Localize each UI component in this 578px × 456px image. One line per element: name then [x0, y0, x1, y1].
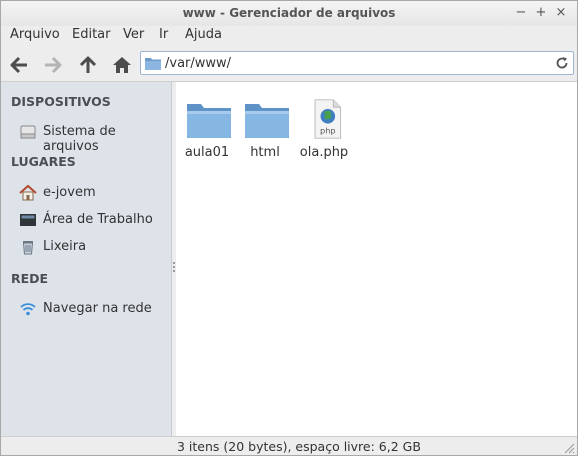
- home-icon: [19, 184, 37, 201]
- file-item-html[interactable]: html: [234, 92, 296, 162]
- status-text: 3 itens (20 bytes), espaço livre: 6,2 GB: [177, 439, 421, 454]
- location-path[interactable]: /var/www/: [165, 56, 231, 71]
- window-title: www - Gerenciador de arquivos: [182, 6, 396, 20]
- up-button[interactable]: [77, 54, 99, 76]
- arrow-right-icon: [45, 56, 62, 74]
- arrow-left-icon: [10, 56, 27, 74]
- menu-editar[interactable]: Editar: [72, 27, 111, 42]
- sidebar-item-trash[interactable]: Lixeira: [19, 238, 169, 256]
- folder-icon: [245, 104, 289, 138]
- arrow-up-icon: [79, 56, 97, 73]
- sidebar-item-label: Sistema de arquivos: [43, 124, 116, 154]
- sidebar-item-desktop[interactable]: Área de Trabalho: [19, 211, 169, 229]
- menu-ajuda[interactable]: Ajuda: [185, 27, 222, 42]
- php-badge: php: [320, 126, 336, 136]
- home-button[interactable]: [111, 54, 133, 76]
- sidebar-item-label: Área de Trabalho: [43, 212, 153, 227]
- desktop-icon: [20, 214, 36, 226]
- maximize-button[interactable]: +: [533, 5, 549, 21]
- sidebar-item-label: e-jovem: [43, 185, 96, 200]
- minimize-button[interactable]: −: [513, 5, 529, 21]
- back-button[interactable]: [8, 54, 30, 76]
- folder-icon: [145, 58, 161, 70]
- sidebar: DISPOSITIVOS Sistema de arquivos LUGARES…: [1, 82, 172, 436]
- home-icon: [113, 57, 131, 73]
- menu-ir[interactable]: Ir: [159, 27, 168, 42]
- file-name: aula01: [184, 145, 230, 160]
- location-bar[interactable]: /var/www/: [140, 51, 574, 75]
- folder-icon: [187, 104, 231, 138]
- reload-icon[interactable]: [555, 56, 569, 70]
- section-rede: REDE: [11, 271, 49, 286]
- file-name: html: [250, 145, 280, 160]
- file-item-aula01[interactable]: aula01: [176, 92, 238, 162]
- close-button[interactable]: ×: [553, 5, 569, 21]
- sidebar-item-ejovem[interactable]: e-jovem: [19, 184, 169, 202]
- sidebar-item-filesystem[interactable]: Sistema de arquivos: [19, 123, 169, 154]
- resize-grip-icon[interactable]: [563, 442, 575, 454]
- file-manager-window: www - Gerenciador de arquivos − + × Arqu…: [0, 0, 578, 456]
- sidebar-item-label: Navegar na rede: [43, 301, 152, 316]
- menu-ver[interactable]: Ver: [123, 27, 144, 42]
- php-file-icon: php: [314, 99, 342, 139]
- section-dispositivos: DISPOSITIVOS: [11, 94, 111, 109]
- toolbar: /var/www/: [1, 47, 577, 82]
- trash-icon: [22, 241, 34, 255]
- section-lugares: LUGARES: [11, 154, 76, 169]
- file-view[interactable]: aula01 html php ola.php: [176, 82, 577, 436]
- menu-bar: Arquivo Editar Ver Ir Ajuda: [1, 26, 577, 46]
- title-bar[interactable]: www - Gerenciador de arquivos − + ×: [1, 1, 577, 26]
- forward-button[interactable]: [42, 54, 64, 76]
- file-item-ola-php[interactable]: php ola.php: [293, 92, 355, 162]
- network-icon: [20, 303, 36, 316]
- sidebar-item-label: Lixeira: [43, 239, 87, 254]
- menu-arquivo[interactable]: Arquivo: [10, 27, 60, 42]
- sidebar-item-network[interactable]: Navegar na rede: [19, 300, 169, 318]
- file-name: ola.php: [299, 145, 349, 160]
- status-bar: 3 itens (20 bytes), espaço livre: 6,2 GB: [1, 436, 577, 455]
- drive-icon: [20, 125, 36, 139]
